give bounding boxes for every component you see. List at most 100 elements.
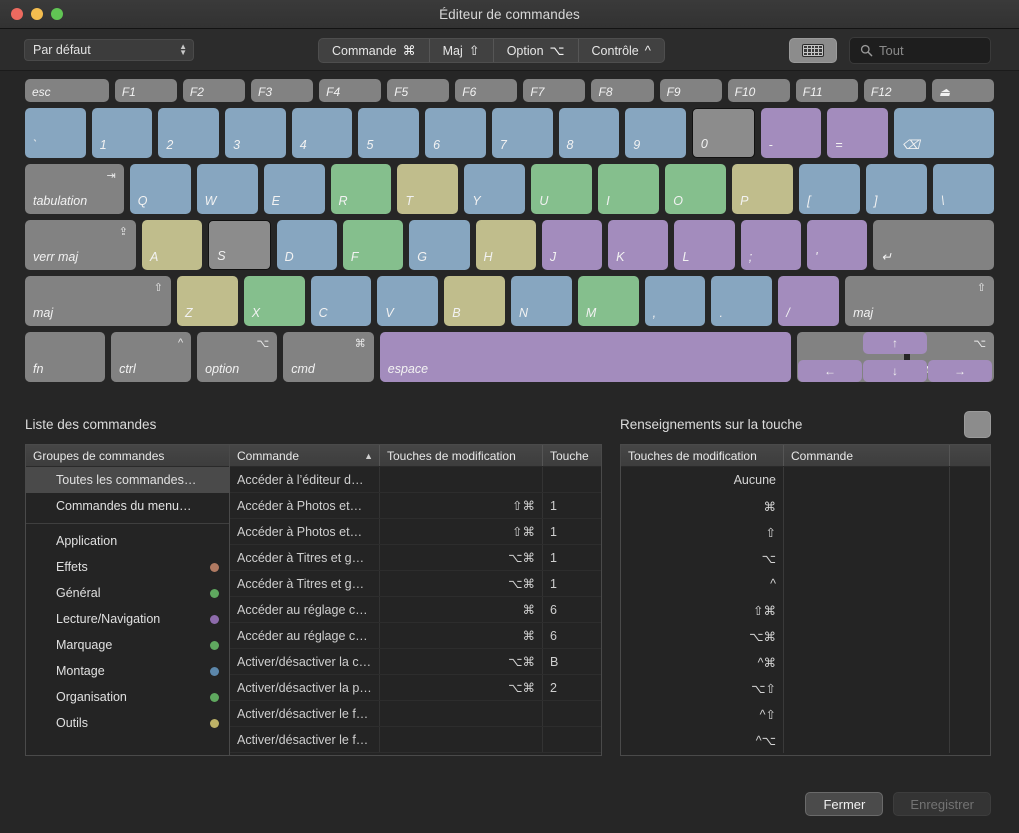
key-k-3-8[interactable]: K	[608, 220, 668, 270]
key-maj-4-0[interactable]: ⇧maj	[25, 276, 171, 326]
group-row[interactable]: Commandes du menu…	[26, 493, 229, 519]
key--3-11[interactable]: '	[807, 220, 867, 270]
key-info-row[interactable]: ^⌘	[621, 649, 990, 675]
key-7-1-7[interactable]: 7	[492, 108, 553, 158]
key-s-3-2[interactable]: S	[208, 220, 270, 270]
key-info-row[interactable]: ⌘	[621, 493, 990, 519]
key-info-row[interactable]: ⌥⇧	[621, 675, 990, 701]
category-row[interactable]: Lecture/Navigation	[26, 606, 229, 632]
category-row[interactable]: Général	[26, 580, 229, 606]
category-row[interactable]: Organisation	[26, 684, 229, 710]
key-ctrl-5-1[interactable]: ^ctrl	[111, 332, 191, 382]
key-f4-0-4[interactable]: F4	[319, 79, 381, 102]
key-l-3-9[interactable]: L	[674, 220, 734, 270]
key-5-1-5[interactable]: 5	[358, 108, 419, 158]
key-c-4-3[interactable]: C	[311, 276, 372, 326]
key-j-3-7[interactable]: J	[542, 220, 602, 270]
key-e-2-3[interactable]: E	[264, 164, 325, 214]
add-button[interactable]	[964, 411, 991, 438]
key-m-4-7[interactable]: M	[578, 276, 639, 326]
key-info-row[interactable]: ⇧⌘	[621, 597, 990, 623]
key-info-row[interactable]: ^⌥	[621, 727, 990, 753]
key-f-3-4[interactable]: F	[343, 220, 403, 270]
key--1-13[interactable]: ⌫	[894, 108, 994, 158]
key-f10-0-10[interactable]: F10	[728, 79, 790, 102]
key-8-1-8[interactable]: 8	[559, 108, 620, 158]
column-header-key[interactable]: Touche	[543, 445, 601, 466]
key-f3-0-3[interactable]: F3	[251, 79, 313, 102]
key-z-4-1[interactable]: Z	[177, 276, 238, 326]
key-info-row[interactable]: ^	[621, 571, 990, 597]
search-field[interactable]: Tout	[849, 37, 991, 64]
table-row[interactable]: Accéder à Photos et…⇧⌘1	[230, 519, 601, 545]
column-header-info-command[interactable]: Commande	[784, 445, 950, 466]
key-4-1-4[interactable]: 4	[292, 108, 353, 158]
modifier-filter-option[interactable]: Option⌥	[494, 39, 579, 62]
key-g-3-5[interactable]: G	[409, 220, 469, 270]
column-header-groups[interactable]: Groupes de commandes	[26, 445, 229, 466]
key--3-12[interactable]: ↵	[873, 220, 994, 270]
key-i-2-8[interactable]: I	[598, 164, 659, 214]
key--2-13[interactable]: \	[933, 164, 994, 214]
key--4-10[interactable]: /	[778, 276, 839, 326]
column-header-modifiers[interactable]: Touches de modification	[380, 445, 543, 466]
table-row[interactable]: Accéder à Titres et g…⌥⌘1	[230, 571, 601, 597]
key-w-2-2[interactable]: W	[197, 164, 258, 214]
key-f11-0-11[interactable]: F11	[796, 79, 858, 102]
key-esc-0-0[interactable]: esc	[25, 79, 109, 102]
table-row[interactable]: Accéder au réglage c…⌘6	[230, 623, 601, 649]
table-row[interactable]: Activer/désactiver la p…⌥⌘2	[230, 675, 601, 701]
column-header-info-extra[interactable]	[950, 445, 990, 466]
column-header-command[interactable]: Commande ▲	[230, 445, 380, 466]
key-f2-0-2[interactable]: F2	[183, 79, 245, 102]
close-button[interactable]: Fermer	[805, 792, 883, 816]
category-row[interactable]: Outils	[26, 710, 229, 736]
arrow-down-key[interactable]: ↓	[863, 360, 927, 382]
commands-body[interactable]: Accéder à l’éditeur d…Accéder à Photos e…	[230, 467, 601, 755]
arrow-right-key[interactable]: →	[928, 360, 992, 382]
modifier-filter-contrôle[interactable]: Contrôle^	[579, 39, 664, 62]
category-row[interactable]: Application	[26, 528, 229, 554]
preset-popup-button[interactable]: Par défaut ▲▼	[24, 39, 194, 61]
key-t-2-5[interactable]: T	[397, 164, 458, 214]
key--4-9[interactable]: .	[711, 276, 772, 326]
arrow-left-key[interactable]: ←	[798, 360, 862, 382]
key-f7-0-7[interactable]: F7	[523, 79, 585, 102]
column-header-info-modifiers[interactable]: Touches de modification	[621, 445, 784, 466]
key-2-1-2[interactable]: 2	[158, 108, 219, 158]
key-f1-0-1[interactable]: F1	[115, 79, 177, 102]
modifier-filter-commande[interactable]: Commande⌘	[319, 39, 430, 62]
key-9-1-9[interactable]: 9	[625, 108, 686, 158]
key-d-3-3[interactable]: D	[277, 220, 337, 270]
key-v-4-4[interactable]: V	[377, 276, 438, 326]
table-row[interactable]: Accéder à Titres et g…⌥⌘1	[230, 545, 601, 571]
table-row[interactable]: Accéder à Photos et…⇧⌘1	[230, 493, 601, 519]
table-row[interactable]: Accéder à l’éditeur d…	[230, 467, 601, 493]
category-row[interactable]: Marquage	[26, 632, 229, 658]
group-row[interactable]: Toutes les commandes…	[26, 467, 229, 493]
table-row[interactable]: Activer/désactiver le f…	[230, 701, 601, 727]
key-x-4-2[interactable]: X	[244, 276, 305, 326]
key-verrmaj-3-0[interactable]: ⇪verr maj	[25, 220, 136, 270]
table-row[interactable]: Activer/désactiver le f…	[230, 727, 601, 753]
key-espace-5-4[interactable]: espace	[380, 332, 791, 382]
arrow-up-key[interactable]: ↑	[863, 332, 927, 354]
key-info-row[interactable]: ^⇧	[621, 701, 990, 727]
key-o-2-9[interactable]: O	[665, 164, 726, 214]
key-y-2-6[interactable]: Y	[464, 164, 525, 214]
modifier-filter-maj[interactable]: Maj⇧	[430, 39, 494, 62]
key-h-3-6[interactable]: H	[476, 220, 536, 270]
key--1-12[interactable]: =	[827, 108, 888, 158]
key-b-4-5[interactable]: B	[444, 276, 505, 326]
key--3-10[interactable]: ;	[741, 220, 801, 270]
save-button[interactable]: Enregistrer	[893, 792, 991, 816]
category-row[interactable]: Effets	[26, 554, 229, 580]
category-row[interactable]: Montage	[26, 658, 229, 684]
keyboard-view-toggle-button[interactable]	[789, 38, 837, 63]
table-row[interactable]: Accéder au réglage c…⌘6	[230, 597, 601, 623]
command-groups-body[interactable]: Toutes les commandes…Commandes du menu… A…	[26, 467, 229, 755]
key-f12-0-12[interactable]: F12	[864, 79, 926, 102]
key-info-row[interactable]: ⇧	[621, 519, 990, 545]
key-n-4-6[interactable]: N	[511, 276, 572, 326]
key--2-12[interactable]: ]	[866, 164, 927, 214]
